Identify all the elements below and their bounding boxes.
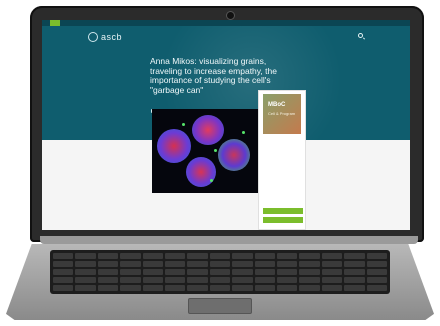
ad-subtitle: Cell & Program [268, 111, 296, 116]
article-sidebar: MBoC Cell & Program [258, 90, 306, 230]
journal-ad[interactable]: MBoC Cell & Program [263, 94, 301, 134]
touchpad [188, 298, 252, 314]
webcam-icon [226, 11, 235, 20]
cell-shape [186, 157, 216, 187]
ad-title: MBoC [268, 102, 286, 108]
search-icon[interactable] [358, 33, 363, 38]
laptop-hinge [40, 236, 418, 244]
sidebar-button-secondary[interactable] [263, 217, 303, 223]
sidebar-button-primary[interactable] [263, 208, 303, 214]
cell-shape [218, 139, 250, 171]
cell-shape [192, 115, 224, 145]
site-logo[interactable]: ascb [88, 32, 122, 42]
laptop-screen: ascb Anna Mikos: visualizing grains, tra… [42, 20, 410, 230]
cell-shape [157, 129, 191, 163]
logo-circle-icon [88, 32, 98, 42]
fluorescent-spot [242, 131, 245, 134]
fluorescent-spot [214, 149, 217, 152]
fluorescent-spot [210, 179, 213, 182]
utility-bar [42, 20, 410, 26]
laptop-scene: ascb Anna Mikos: visualizing grains, tra… [0, 0, 440, 326]
sidebar-links [263, 146, 301, 148]
utility-links [386, 20, 396, 26]
logo-text: ascb [101, 32, 123, 42]
member-button[interactable] [50, 20, 60, 26]
fluorescent-spot [182, 123, 185, 126]
cell-microscopy-image [152, 109, 260, 193]
laptop-keyboard [50, 250, 390, 294]
